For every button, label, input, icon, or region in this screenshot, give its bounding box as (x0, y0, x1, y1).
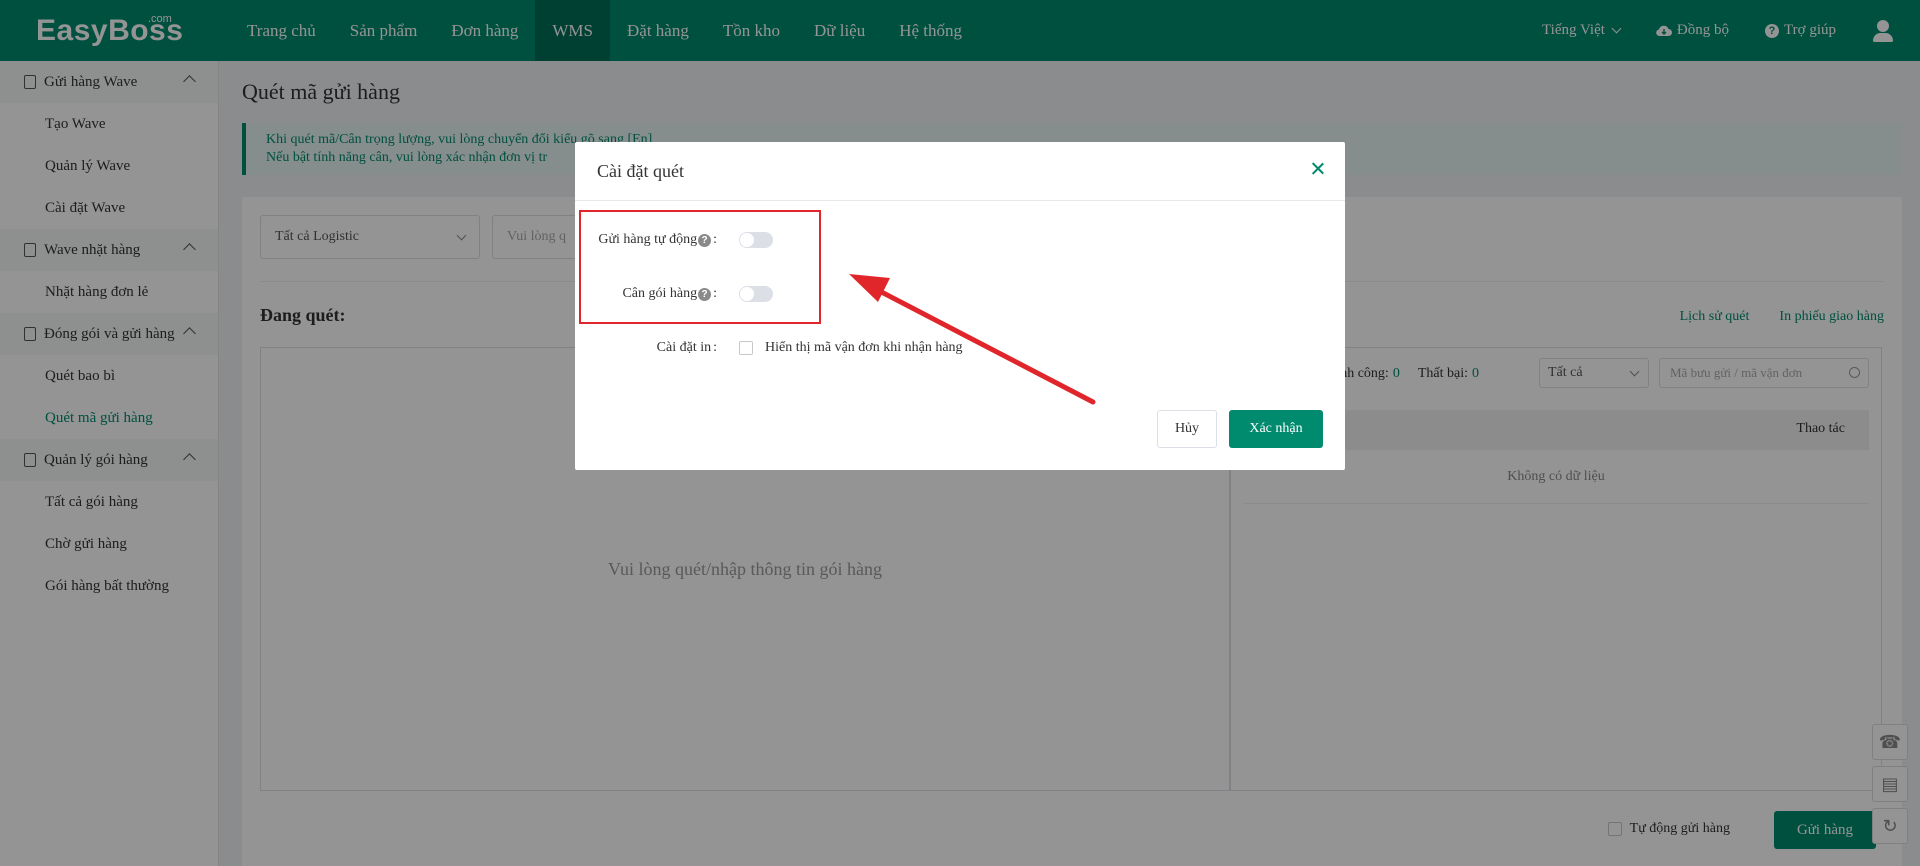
confirm-button[interactable]: Xác nhận (1229, 410, 1323, 448)
dialog-title: Cài đặt quét (597, 160, 684, 181)
print-row: Cài đặt in : Hiển thị mã vận đơn khi nhậ… (575, 336, 963, 360)
print-option-label: Hiển thị mã vận đơn khi nhận hàng (765, 340, 963, 355)
close-icon[interactable] (1309, 160, 1327, 178)
dialog-header: Cài đặt quét (575, 142, 1345, 201)
print-setting-label: Cài đặt in (656, 340, 712, 355)
show-tracking-checkbox[interactable] (739, 341, 753, 355)
cancel-button[interactable]: Hủy (1157, 410, 1217, 448)
print-option[interactable]: Hiển thị mã vận đơn khi nhận hàng (739, 340, 963, 356)
highlight-box (579, 210, 821, 324)
label-colon: : (713, 340, 717, 355)
